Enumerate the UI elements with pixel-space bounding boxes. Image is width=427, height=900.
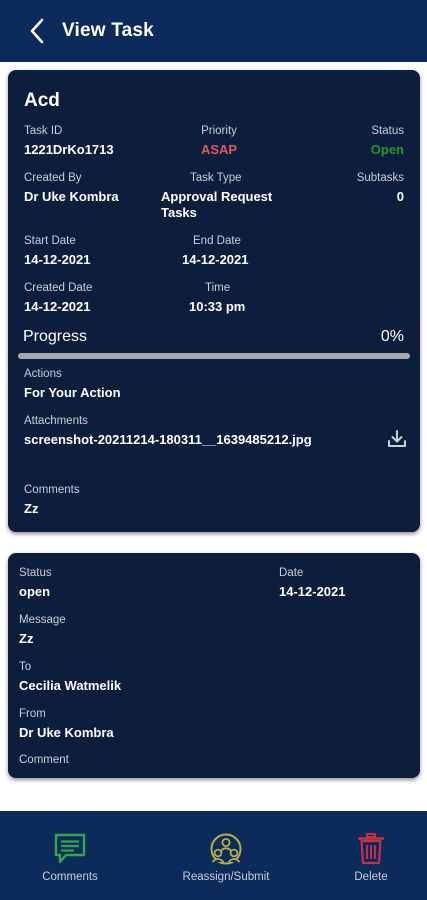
task-name: Acd (24, 90, 60, 111)
status-label: Status (371, 125, 404, 137)
reassign-submit-button[interactable]: Reassign/Submit (164, 811, 288, 900)
end-date-value: 14-12-2021 (182, 252, 249, 267)
app-header: View Task (0, 0, 427, 62)
time-label: Time (205, 282, 231, 294)
history-to-label: To (19, 661, 32, 673)
comments-value: Zz (24, 501, 39, 516)
history-comment-label: Comment (19, 754, 69, 766)
comments-button-label: Comments (42, 871, 98, 883)
reassign-submit-button-label: Reassign/Submit (182, 871, 270, 883)
progress-label: Progress (23, 328, 88, 345)
task-type-value-line2: Tasks (161, 205, 197, 220)
delete-button-label: Delete (354, 871, 388, 883)
created-by-value: Dr Uke Kombra (24, 189, 119, 204)
comments-label: Comments (24, 484, 80, 496)
priority-value: ASAP (200, 142, 238, 157)
page-title: View Task (62, 20, 154, 41)
time-value: 10:33 pm (189, 299, 246, 314)
progress-percent: 0% (380, 328, 404, 345)
subtasks-label: Subtasks (356, 172, 404, 184)
history-date-value: 14-12-2021 (279, 584, 346, 599)
bottom-action-bar: Comments Reassign/Submit Delete (0, 811, 427, 900)
task-type-value-line1: Approval Request (161, 189, 273, 204)
status-value: Open (370, 142, 404, 157)
history-to-value: Cecilia Watmelik (19, 678, 122, 693)
history-message-value: Zz (19, 631, 34, 646)
task-details-card: Acd Task ID 1221DrKo1713 Priority ASAP S… (8, 70, 420, 532)
created-by-label: Created By (24, 172, 82, 184)
history-status-value: open (19, 584, 51, 599)
download-button[interactable] (386, 428, 408, 450)
attachments-label: Attachments (24, 415, 88, 427)
history-message-label: Message (19, 614, 66, 626)
comment-icon (54, 833, 86, 864)
comments-button[interactable]: Comments (20, 811, 120, 900)
download-icon (388, 430, 406, 447)
task-history-card: Status open Date 14-12-2021 Message Zz T… (8, 553, 420, 778)
task-id-value: 1221DrKo1713 (24, 142, 114, 157)
back-button[interactable] (18, 11, 56, 51)
created-date-label: Created Date (24, 282, 93, 294)
end-date-label: End Date (193, 235, 241, 247)
task-id-label: Task ID (24, 125, 63, 137)
attachment-filename[interactable]: screenshot-20211214-180311__1639485212.j… (24, 432, 312, 448)
actions-label: Actions (24, 368, 62, 380)
history-status-label: Status (19, 567, 52, 579)
start-date-value: 14-12-2021 (24, 252, 91, 267)
group-icon (210, 833, 242, 865)
actions-value: For Your Action (24, 385, 121, 400)
history-date-label: Date (279, 567, 304, 579)
history-from-label: From (19, 708, 46, 720)
task-type-label: Task Type (190, 172, 242, 184)
progress-bar (18, 353, 410, 359)
priority-label: Priority (201, 125, 237, 137)
start-date-label: Start Date (24, 235, 76, 247)
subtasks-value: 0 (396, 189, 404, 204)
created-date-value: 14-12-2021 (24, 299, 91, 314)
chevron-left-icon (30, 18, 44, 44)
delete-button[interactable]: Delete (331, 811, 411, 900)
trash-icon (357, 833, 385, 865)
history-from-value: Dr Uke Kombra (19, 725, 114, 740)
